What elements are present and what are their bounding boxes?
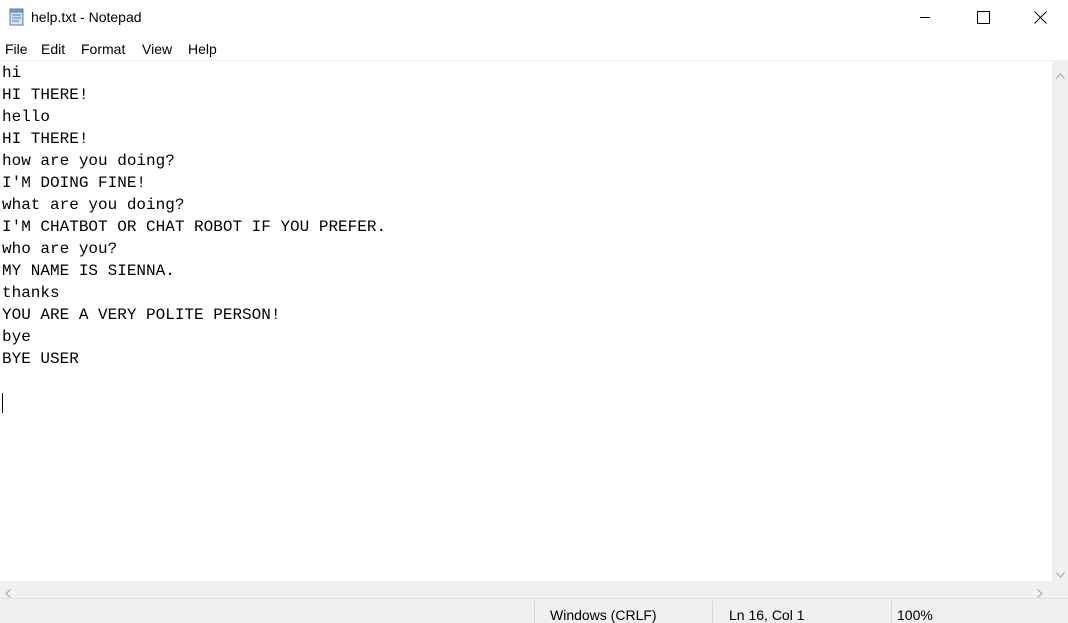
scroll-up-icon[interactable] [1056, 66, 1065, 84]
minimize-button[interactable] [896, 0, 954, 34]
menu-bar: File Edit Format View Help [0, 38, 1068, 60]
text-caret [2, 393, 3, 413]
status-zoom: 100% [897, 607, 933, 623]
status-divider [891, 601, 892, 623]
editor-line: bye [2, 328, 31, 346]
editor-line: hi [2, 64, 22, 82]
menu-file[interactable]: File [5, 41, 28, 57]
scrollbar-corner [1052, 581, 1068, 598]
status-divider [712, 601, 713, 623]
editor-line: HI THERE! [2, 130, 89, 148]
menu-format[interactable]: Format [81, 41, 125, 57]
status-cursor-position: Ln 16, Col 1 [729, 607, 805, 623]
notepad-icon [8, 8, 26, 26]
close-button[interactable] [1012, 0, 1068, 34]
menu-help[interactable]: Help [188, 41, 217, 57]
editor-line: MY NAME IS SIENNA. [2, 262, 175, 280]
status-divider [534, 601, 535, 623]
editor-line: how are you doing? [2, 152, 175, 170]
window-title: help.txt - Notepad [31, 9, 142, 25]
maximize-button[interactable] [954, 0, 1012, 34]
vertical-scrollbar[interactable] [1052, 60, 1068, 581]
maximize-icon [976, 10, 990, 24]
editor-line: hello [2, 108, 51, 126]
editor-line: I'M CHATBOT OR CHAT ROBOT IF YOU PREFER. [2, 218, 387, 236]
editor-line: what are you doing? [2, 196, 185, 214]
minimize-icon [919, 11, 931, 23]
menu-view[interactable]: View [142, 41, 172, 57]
status-encoding: Windows (CRLF) [550, 607, 657, 623]
status-bar: Windows (CRLF) Ln 16, Col 1 100% [0, 598, 1068, 623]
text-editor[interactable]: hi HI THERE! hello HI THERE! how are you… [0, 60, 1052, 582]
editor-line: thanks [2, 284, 60, 302]
menu-edit[interactable]: Edit [41, 41, 65, 57]
editor-line: BYE USER [2, 350, 79, 368]
editor-line: HI THERE! [2, 86, 89, 104]
horizontal-scrollbar[interactable] [0, 581, 1052, 598]
editor-line: who are you? [2, 240, 118, 258]
title-bar[interactable]: help.txt - Notepad [0, 0, 1068, 34]
editor-line: YOU ARE A VERY POLITE PERSON! [2, 306, 281, 324]
close-icon [1033, 10, 1047, 24]
editor-line: I'M DOING FINE! [2, 174, 147, 192]
